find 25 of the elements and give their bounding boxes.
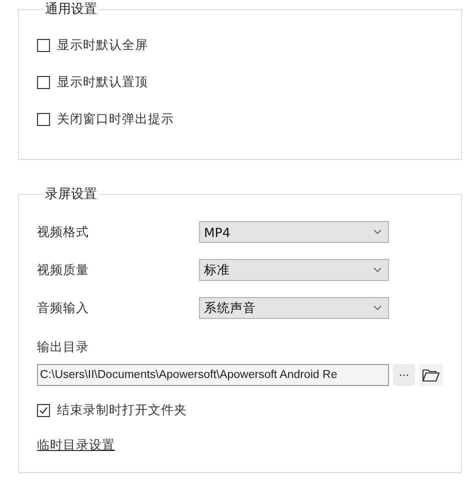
checkbox-label: 关闭窗口时弹出提示 <box>57 111 174 128</box>
path-field[interactable]: C:\Users\II\Documents\Apowersoft\Apowersoft Android Re <box>37 364 389 386</box>
checkbox-label: 显示时默认置顶 <box>57 74 148 91</box>
dropdown[interactable]: 系统声音 <box>199 297 389 319</box>
open-folder-button[interactable] <box>419 364 443 386</box>
checkbox-label: 结束录制时打开文件夹 <box>57 402 187 419</box>
field-label: 音频输入 <box>37 300 90 316</box>
checkbox-label: 显示时默认全屏 <box>57 37 148 54</box>
chevron-down-icon <box>373 267 382 273</box>
group-title: 录屏设置 <box>44 186 98 203</box>
checkbox[interactable] <box>37 404 50 417</box>
checkbox[interactable] <box>37 113 50 126</box>
temp-directory-link[interactable]: 临时目录设置 <box>37 437 115 454</box>
dropdown[interactable]: 标准 <box>199 259 389 281</box>
field-label: 输出目录 <box>37 339 89 356</box>
folder-icon <box>422 368 440 382</box>
chevron-down-icon <box>373 305 382 311</box>
group-title: 通用设置 <box>44 1 98 18</box>
dropdown[interactable]: MP4 <box>199 221 389 243</box>
field-label: 视频质量 <box>37 262 90 278</box>
field-label: 视频格式 <box>37 224 90 240</box>
checkbox[interactable] <box>37 39 50 52</box>
checkbox[interactable] <box>37 76 50 89</box>
chevron-down-icon <box>373 229 382 235</box>
browse-button[interactable]: ··· <box>393 364 415 386</box>
